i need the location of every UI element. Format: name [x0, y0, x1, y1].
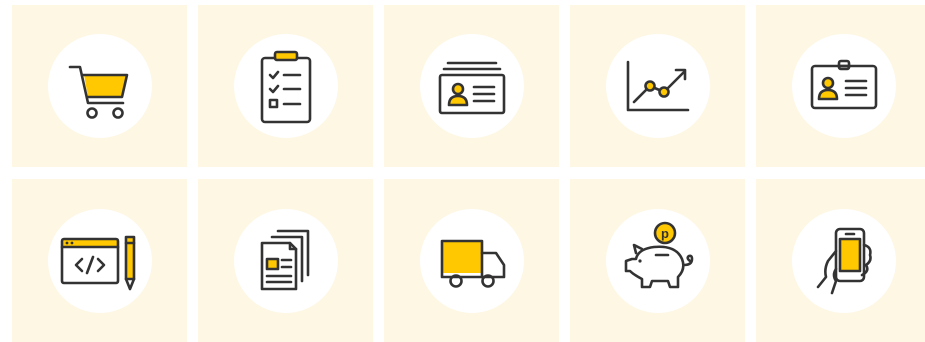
- growth-chart-icon: [626, 60, 690, 112]
- tile-mobile-phone: [756, 179, 925, 342]
- tile-clipboard: [198, 5, 373, 167]
- icon-circle: [792, 34, 896, 138]
- tile-growth-chart: [570, 5, 745, 167]
- icon-circle: [792, 209, 896, 313]
- icon-circle: [606, 34, 710, 138]
- icon-circle: [48, 209, 152, 313]
- tile-delivery-truck: [384, 179, 559, 342]
- clipboard-checklist-icon: [260, 50, 312, 124]
- code-editor-pencil-icon: [60, 235, 136, 291]
- tile-piggy-bank: p: [570, 179, 745, 342]
- documents-icon: [260, 229, 310, 291]
- icon-circle: p: [606, 209, 710, 313]
- mobile-phone-hand-icon: [816, 227, 872, 295]
- tile-profile-cards: [384, 5, 559, 167]
- shopping-cart-icon: [68, 65, 129, 119]
- icon-circle: [234, 209, 338, 313]
- coin-label: p: [661, 226, 669, 241]
- icon-circle: [420, 209, 524, 313]
- tile-id-badge: [756, 5, 925, 167]
- tile-documents: [198, 179, 373, 342]
- profile-card-stack-icon: [438, 61, 506, 115]
- id-badge-icon: [810, 59, 878, 110]
- icon-circle: [48, 34, 152, 138]
- icon-circle: [234, 34, 338, 138]
- delivery-truck-icon: [440, 239, 506, 288]
- tile-shopping-cart: [12, 5, 187, 167]
- icon-circle: [420, 34, 524, 138]
- tile-code-editor: [12, 179, 187, 342]
- icon-grid: p: [0, 0, 925, 342]
- piggy-bank-coin-icon: p: [624, 221, 694, 289]
